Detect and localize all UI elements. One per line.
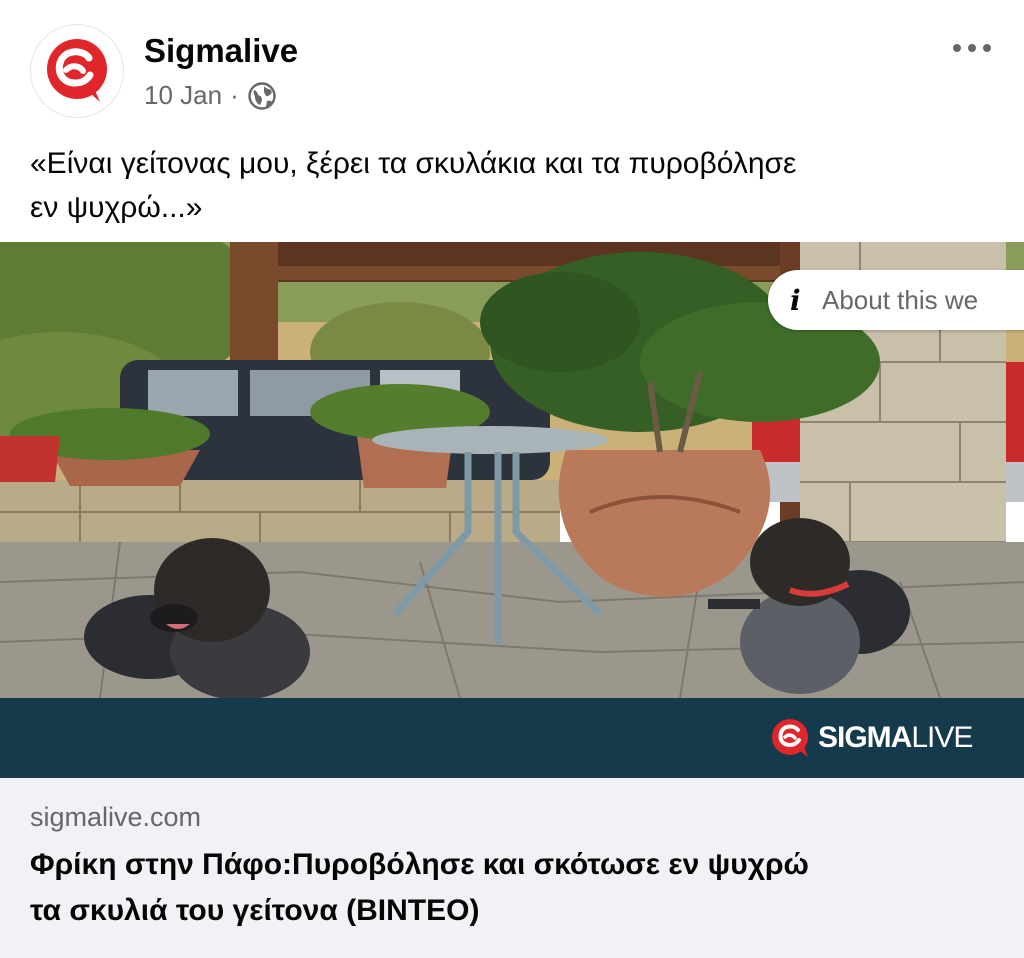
post-meta: 10 Jan · (144, 80, 277, 111)
caption-line: «Είναι γείτονας μου, ξέρει τα σκυλάκια κ… (30, 147, 797, 180)
brand-wordmark: SIGMALIVE (818, 721, 973, 755)
sigmalive-brand-logo: SIGMALIVE (770, 717, 973, 759)
post-header: Sigmalive 10 Jan · (0, 0, 1024, 130)
brand-suffix: LIVE (911, 721, 973, 754)
brand-prefix: SIGMA (818, 721, 912, 754)
about-this-website-label: About this we (822, 284, 979, 315)
more-options-button[interactable] (946, 30, 998, 66)
sigmalive-mark-icon (772, 719, 808, 757)
page-name[interactable]: Sigmalive (144, 32, 298, 70)
more-options-icon (953, 44, 991, 52)
link-domain[interactable]: sigmalive.com (30, 802, 201, 833)
info-icon: i (790, 283, 801, 317)
globe-icon[interactable] (247, 81, 277, 111)
post-date[interactable]: 10 Jan (144, 80, 222, 111)
link-headline[interactable]: Φρίκη στην Πάφο:Πυροβόλησε και σκότωσε ε… (30, 842, 990, 934)
sigmalive-logo-icon (47, 39, 107, 102)
page-avatar[interactable] (30, 24, 124, 118)
caption-line: εν ψυχρώ...» (30, 191, 203, 224)
about-this-website-button[interactable]: i About this we (768, 270, 1024, 330)
post-caption: «Είναι γείτονας μου, ξέρει τα σκυλάκια κ… (30, 142, 1000, 230)
meta-separator: · (230, 80, 239, 110)
headline-line: τα σκυλιά του γείτονα (ΒΙΝΤΕΟ) (30, 894, 480, 927)
headline-line: Φρίκη στην Πάφο:Πυροβόλησε και σκότωσε ε… (30, 848, 809, 881)
